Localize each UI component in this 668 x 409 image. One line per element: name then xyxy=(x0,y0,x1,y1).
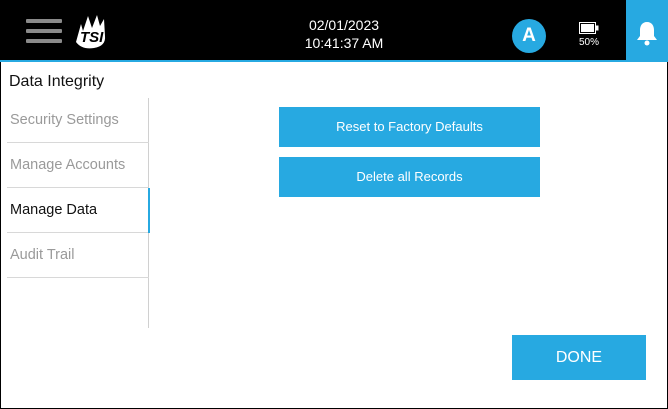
delete-all-records-button[interactable]: Delete all Records xyxy=(279,157,540,197)
date-text: 02/01/2023 xyxy=(308,17,380,33)
bell-icon xyxy=(637,22,657,46)
sidebar: Security Settings Manage Accounts Manage… xyxy=(7,98,150,328)
battery-icon xyxy=(579,22,599,34)
sidebar-item-label: Manage Data xyxy=(10,202,98,218)
time-text: 10:41:37 AM xyxy=(304,35,384,51)
page-title: Data Integrity xyxy=(9,73,105,90)
reset-factory-defaults-button[interactable]: Reset to Factory Defaults xyxy=(279,107,540,147)
sidebar-item-audit-trail[interactable]: Audit Trail xyxy=(7,233,149,278)
sidebar-item-label: Security Settings xyxy=(10,112,119,128)
notification-button[interactable] xyxy=(626,0,668,60)
user-avatar[interactable]: A xyxy=(512,19,546,53)
sidebar-item-label: Manage Accounts xyxy=(10,157,126,173)
sidebar-item-security-settings[interactable]: Security Settings xyxy=(7,98,149,143)
done-button[interactable]: DONE xyxy=(512,335,646,380)
battery-percent: 50% xyxy=(579,37,600,48)
sidebar-item-manage-data[interactable]: Manage Data xyxy=(7,188,150,233)
top-bar: TSI 02/01/2023 10:41:37 AM A 50% xyxy=(0,0,668,62)
sidebar-item-manage-accounts[interactable]: Manage Accounts xyxy=(7,143,149,188)
datetime-display: 02/01/2023 10:41:37 AM xyxy=(0,16,668,52)
battery-indicator: 50% xyxy=(579,22,609,54)
sidebar-item-label: Audit Trail xyxy=(10,247,75,263)
